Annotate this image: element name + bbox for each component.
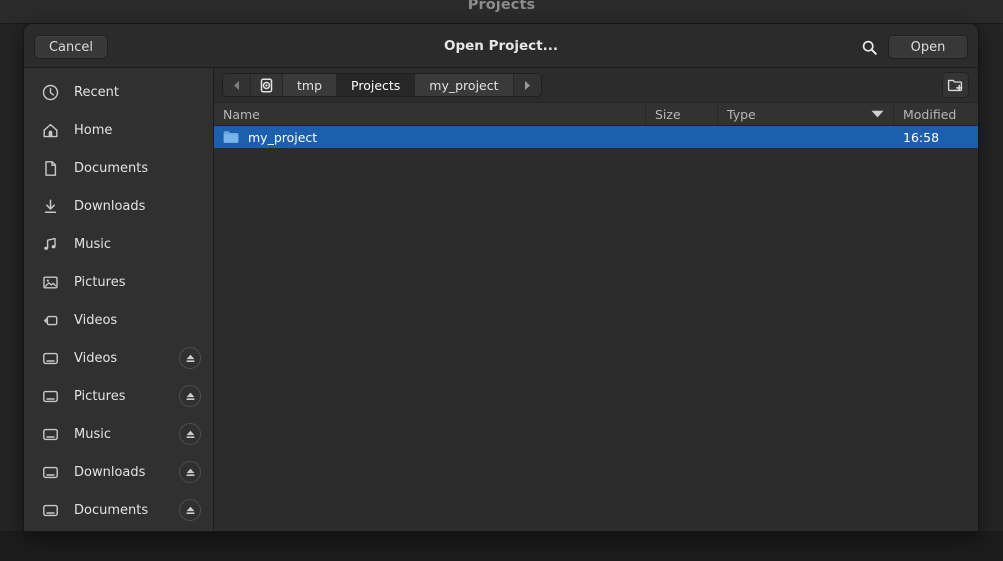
sidebar-item-music[interactable]: Music — [24, 225, 213, 263]
sidebar-item-label: Home — [74, 123, 112, 138]
file-browser: tmp Projects my_project — [214, 68, 978, 531]
file-name-label: my_project — [248, 130, 317, 145]
document-icon — [40, 158, 60, 178]
breadcrumb-projects[interactable]: Projects — [337, 74, 415, 96]
sidebar-item-videos[interactable]: Videos — [24, 301, 213, 339]
sidebar-item-label: Music — [74, 427, 111, 442]
sidebar-item-label: Downloads — [74, 465, 145, 480]
sidebar-item-home[interactable]: Home — [24, 111, 213, 149]
sidebar-item-documents[interactable]: Documents — [24, 149, 213, 187]
video-camera-icon — [40, 310, 60, 330]
open-button[interactable]: Open — [888, 35, 968, 59]
column-header-label: Type — [727, 107, 756, 122]
folder-icon — [223, 130, 239, 144]
drive-icon — [40, 348, 60, 368]
column-header-modified[interactable]: Modified — [894, 103, 978, 125]
eject-button[interactable] — [179, 347, 201, 369]
sidebar-item-volume-pictures[interactable]: Pictures — [24, 377, 213, 415]
filesystem-icon — [259, 78, 274, 93]
sidebar-item-label: Recent — [74, 85, 119, 100]
background-window-title: Projects — [0, 0, 1003, 13]
drive-icon — [40, 462, 60, 482]
dialog-headerbar: Cancel Open Project... Open — [24, 24, 978, 68]
table-row[interactable]: my_project 16:58 — [214, 126, 978, 148]
places-sidebar[interactable]: Recent Home — [24, 68, 214, 531]
sidebar-item-volume-documents[interactable]: Documents — [24, 491, 213, 529]
drive-icon — [40, 386, 60, 406]
eject-button[interactable] — [179, 499, 201, 521]
sidebar-item-volume-downloads[interactable]: Downloads — [24, 453, 213, 491]
sidebar-item-label: Videos — [74, 313, 117, 328]
breadcrumb-tmp[interactable]: tmp — [283, 74, 337, 96]
sidebar-item-label: Music — [74, 237, 111, 252]
file-list-header: Name Size Type Modified — [214, 102, 978, 126]
column-header-label: Size — [655, 107, 681, 122]
open-button-label: Open — [911, 40, 946, 55]
file-name-cell: my_project — [214, 130, 646, 145]
eject-button[interactable] — [179, 461, 201, 483]
column-header-type[interactable]: Type — [718, 103, 894, 125]
breadcrumb-label: Projects — [351, 78, 400, 93]
music-note-icon — [40, 234, 60, 254]
screen: Projects Cancel Open Project... Open — [0, 0, 1003, 561]
sidebar-item-volume-videos[interactable]: Videos — [24, 339, 213, 377]
column-header-name[interactable]: Name — [214, 103, 646, 125]
search-button[interactable] — [856, 34, 882, 60]
image-icon — [40, 272, 60, 292]
breadcrumb-root[interactable] — [251, 74, 283, 96]
drive-icon — [40, 424, 60, 444]
breadcrumb-label: my_project — [429, 78, 498, 93]
pathbar: tmp Projects my_project — [214, 68, 978, 102]
file-list[interactable]: my_project 16:58 — [214, 126, 978, 531]
dialog-title: Open Project... — [24, 24, 978, 68]
back-button[interactable] — [223, 74, 251, 96]
column-header-label: Name — [223, 107, 260, 122]
clock-icon — [40, 82, 60, 102]
breadcrumb-my-project[interactable]: my_project — [415, 74, 513, 96]
sidebar-item-label: Downloads — [74, 199, 145, 214]
column-header-size[interactable]: Size — [646, 103, 718, 125]
sidebar-item-volume-music[interactable]: Music — [24, 415, 213, 453]
dialog-body: Recent Home — [24, 68, 978, 531]
chevron-left-icon — [232, 80, 241, 91]
eject-button[interactable] — [179, 423, 201, 445]
eject-button[interactable] — [179, 385, 201, 407]
sidebar-item-label: Pictures — [74, 389, 125, 404]
breadcrumb-label: tmp — [297, 78, 322, 93]
drive-icon — [40, 500, 60, 520]
sidebar-item-label: Documents — [74, 503, 148, 518]
sidebar-item-pictures[interactable]: Pictures — [24, 263, 213, 301]
home-icon — [40, 120, 60, 140]
sidebar-item-label: Pictures — [74, 275, 125, 290]
sidebar-item-label: Videos — [74, 351, 117, 366]
sort-descending-icon — [871, 110, 884, 118]
new-folder-icon — [947, 77, 964, 93]
search-icon — [861, 39, 878, 56]
chevron-right-icon — [523, 80, 532, 91]
sidebar-item-recent[interactable]: Recent — [24, 73, 213, 111]
breadcrumb[interactable]: tmp Projects my_project — [222, 73, 542, 97]
new-folder-button[interactable] — [942, 72, 969, 98]
column-header-label: Modified — [903, 107, 956, 122]
background-window-headerbar: Projects — [0, 0, 1003, 24]
sidebar-item-downloads[interactable]: Downloads — [24, 187, 213, 225]
file-modified-cell: 16:58 — [894, 130, 978, 145]
sidebar-item-label: Documents — [74, 161, 148, 176]
open-project-dialog: Cancel Open Project... Open — [24, 24, 978, 531]
download-icon — [40, 196, 60, 216]
forward-button[interactable] — [514, 74, 541, 96]
